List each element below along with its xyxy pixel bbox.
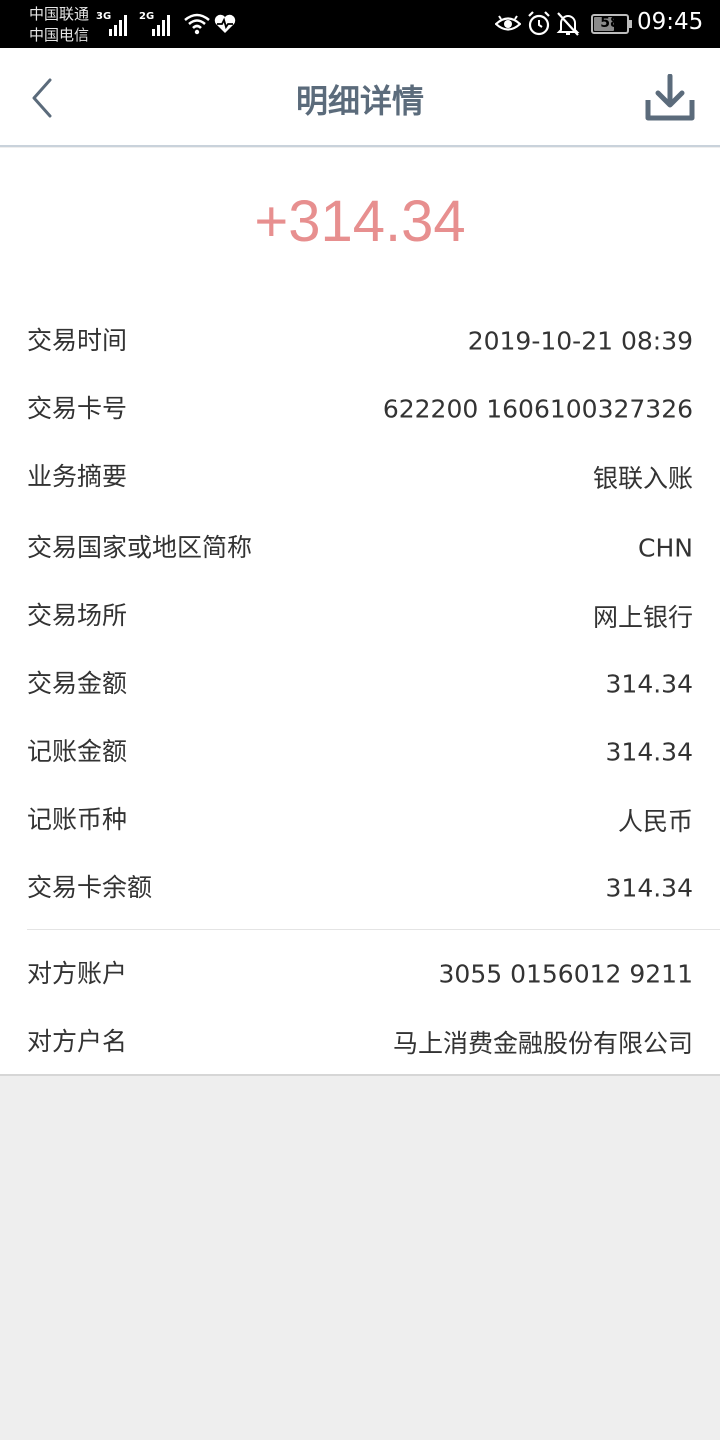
detail-row-summary: 业务摘要 银联入账: [0, 447, 720, 507]
heart-pulse-icon: [214, 14, 236, 34]
nav-bar: 明细详情: [0, 48, 720, 147]
detail-row-card-number: 交易卡号 622200 1606100327326: [0, 379, 720, 439]
detail-label: 交易卡余额: [27, 873, 153, 902]
detail-label: 业务摘要: [27, 462, 128, 491]
detail-row-counterparty-account: 对方账户 3055 0156012 9211: [0, 944, 720, 1004]
detail-row-country: 交易国家或地区简称 CHN: [0, 512, 720, 584]
notification-off-icon: [556, 12, 580, 36]
detail-label: 交易金额: [27, 669, 128, 698]
detail-row-booked-amount: 记账金额 314.34: [0, 722, 720, 782]
detail-row-counterparty-name: 对方户名 马上消费金融股份有限公司: [0, 1012, 720, 1072]
detail-row-currency: 记账币种 人民币: [0, 790, 720, 850]
detail-label: 对方账户: [27, 959, 128, 988]
page-title: 明细详情: [295, 82, 424, 120]
detail-row-balance: 交易卡余额 314.34: [0, 858, 720, 918]
eye-icon: [495, 15, 521, 31]
detail-value: 网上银行: [592, 603, 693, 632]
status-bar: 中国联通 中国电信 3G 2G 58 09:45: [0, 0, 720, 48]
battery-icon: 58: [591, 14, 629, 34]
alarm-icon: [528, 11, 550, 36]
transaction-amount: +314.34: [254, 189, 466, 254]
detail-value: 银联入账: [592, 464, 693, 493]
carrier-1: 中国联通: [29, 5, 90, 23]
detail-value: 3055 0156012 9211: [438, 959, 693, 989]
carrier-labels: 中国联通 中国电信: [29, 4, 89, 46]
detail-label: 交易场所: [27, 601, 128, 630]
detail-label: 交易时间: [27, 326, 128, 355]
detail-value: 人民币: [617, 807, 693, 836]
transaction-detail-card: +314.34 交易时间 2019-10-21 08:39 交易卡号 62220…: [0, 148, 720, 1076]
wifi-icon: [184, 13, 210, 35]
detail-value: 2019-10-21 08:39: [467, 326, 693, 356]
detail-value: 314.34: [605, 669, 693, 699]
battery-tip: [629, 20, 632, 28]
download-button[interactable]: [640, 72, 700, 124]
download-icon: [645, 74, 695, 121]
carrier-2: 中国电信: [29, 26, 90, 44]
detail-row-time: 交易时间 2019-10-21 08:39: [0, 311, 720, 371]
detail-label: 交易卡号: [27, 394, 128, 423]
battery-percent: 58: [600, 15, 620, 31]
detail-value: CHN: [638, 533, 693, 563]
clock: 09:45: [637, 9, 704, 35]
detail-label: 记账币种: [27, 805, 128, 834]
detail-value: 622200 1606100327326: [382, 394, 693, 424]
section-divider: [27, 929, 720, 930]
detail-row-trade-amount: 交易金额 314.34: [0, 654, 720, 714]
detail-label: 记账金额: [27, 737, 128, 766]
detail-value: 马上消费金融股份有限公司: [392, 1029, 693, 1058]
detail-value: 314.34: [605, 737, 693, 767]
detail-value: 314.34: [605, 873, 693, 903]
detail-row-venue: 交易场所 网上银行: [0, 586, 720, 646]
detail-label: 交易国家或地区简称: [27, 533, 253, 562]
detail-label: 对方户名: [27, 1027, 128, 1056]
